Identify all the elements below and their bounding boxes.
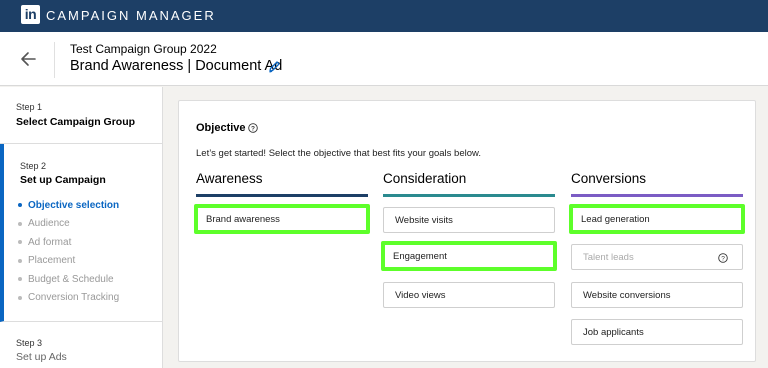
substep-label: Objective selection <box>28 199 120 211</box>
objective-heading: Objective ? <box>196 122 258 134</box>
app-title: CAMPAIGN MANAGER <box>46 8 216 23</box>
column-conversions: Conversions <box>571 171 743 197</box>
step-number: Step 2 <box>20 161 47 171</box>
column-heading: Consideration <box>383 171 467 186</box>
objective-description: Let’s get started! Select the objective … <box>196 148 481 159</box>
bullet-icon <box>18 221 22 226</box>
objective-card: Objective ? Let’s get started! Select th… <box>178 100 756 362</box>
substep-conversion-tracking[interactable]: Conversion Tracking <box>18 289 119 308</box>
substep-objective-selection[interactable]: Objective selection <box>18 196 119 215</box>
campaign-name: Brand Awareness | Document Ad <box>70 58 283 74</box>
option-lead-generation[interactable]: Lead generation <box>569 204 745 234</box>
svg-text:?: ? <box>251 125 255 132</box>
steps-sidebar: Step 1 Select Campaign Group Step 2 Set … <box>0 87 163 368</box>
step-1[interactable]: Step 1 Select Campaign Group <box>0 87 163 144</box>
step-title: Select Campaign Group <box>16 116 136 128</box>
step-title: Set up Campaign <box>20 174 106 186</box>
bullet-icon <box>18 277 22 282</box>
question-circle-icon[interactable]: ? <box>247 123 258 133</box>
header-divider <box>54 42 55 78</box>
bullet-icon <box>18 258 22 263</box>
option-label: Talent leads <box>583 251 634 263</box>
bullet-icon <box>18 295 22 300</box>
column-bar <box>196 194 368 197</box>
option-website-visits[interactable]: Website visits <box>383 207 555 233</box>
column-consideration: Consideration <box>383 171 555 197</box>
substep-audience[interactable]: Audience <box>18 215 119 234</box>
substep-list: Objective selection Audience Ad format P… <box>18 196 119 307</box>
bullet-icon <box>18 203 22 208</box>
step-title: Set up Ads <box>16 351 67 363</box>
option-job-applicants[interactable]: Job applicants <box>571 319 743 345</box>
column-awareness: Awareness <box>196 171 368 197</box>
substep-budget-schedule[interactable]: Budget & Schedule <box>18 270 119 289</box>
option-video-views[interactable]: Video views <box>383 282 555 308</box>
column-heading: Awareness <box>196 171 263 186</box>
column-bar <box>571 194 743 197</box>
top-bar: in CAMPAIGN MANAGER <box>0 0 768 32</box>
substep-ad-format[interactable]: Ad format <box>18 233 119 252</box>
substep-label: Conversion Tracking <box>28 292 120 304</box>
bullet-icon <box>18 240 22 245</box>
substep-label: Budget & Schedule <box>28 273 114 285</box>
step-2[interactable]: Step 2 Set up Campaign Objective selecti… <box>0 144 163 322</box>
campaign-header: Test Campaign Group 2022 Brand Awareness… <box>0 32 768 86</box>
option-engagement[interactable]: Engagement <box>381 241 557 271</box>
step-number: Step 3 <box>16 338 43 348</box>
substep-label: Audience <box>28 218 70 230</box>
option-website-conversions[interactable]: Website conversions <box>571 282 743 308</box>
objective-title: Objective <box>196 122 246 134</box>
step-3[interactable]: Step 3 Set up Ads <box>0 322 163 368</box>
column-bar <box>383 194 555 197</box>
substep-label: Placement <box>28 255 76 267</box>
option-talent-leads: Talent leads ? <box>571 244 743 270</box>
linkedin-logo[interactable]: in <box>21 5 40 24</box>
pencil-icon[interactable] <box>268 60 281 73</box>
column-heading: Conversions <box>571 171 647 186</box>
campaign-group-name: Test Campaign Group 2022 <box>70 42 217 56</box>
step-number: Step 1 <box>16 102 43 112</box>
substep-label: Ad format <box>28 236 72 248</box>
substep-placement[interactable]: Placement <box>18 252 119 271</box>
question-circle-icon[interactable]: ? <box>718 253 728 263</box>
back-arrow-icon[interactable] <box>18 48 40 70</box>
option-brand-awareness[interactable]: Brand awareness <box>194 204 370 234</box>
svg-text:?: ? <box>721 255 725 262</box>
